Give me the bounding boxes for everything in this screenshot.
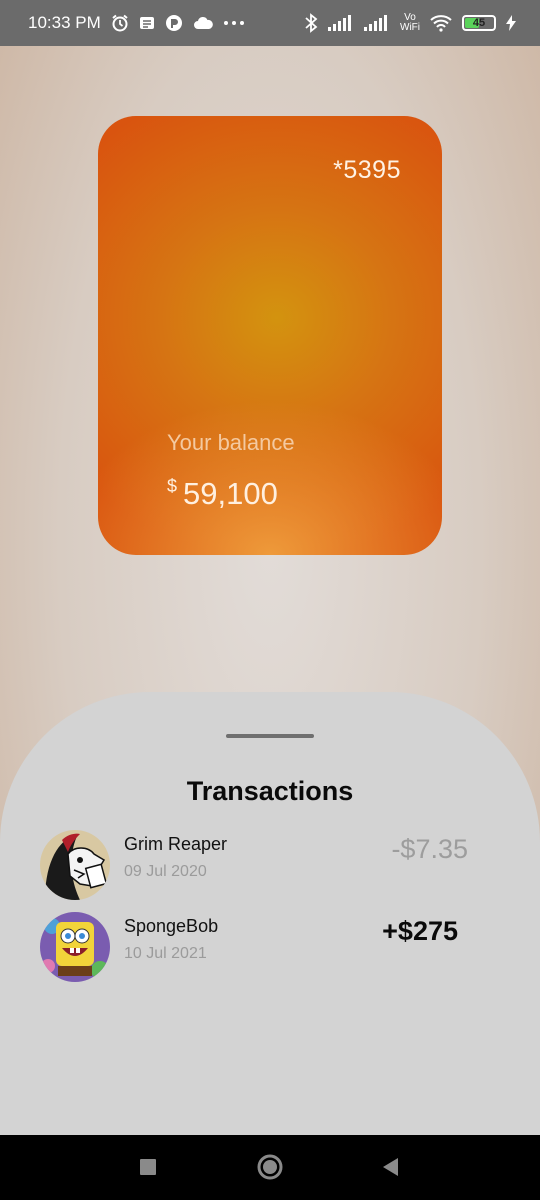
cloud-icon: [193, 16, 213, 30]
app-icon: [165, 14, 183, 32]
transaction-row[interactable]: SpongeBob 10 Jul 2021 +$275: [40, 912, 500, 982]
transaction-name: Grim Reaper: [124, 834, 228, 854]
balance-value: 59,100: [183, 476, 278, 511]
recents-square-icon[interactable]: [136, 1155, 160, 1179]
more-icon: [223, 20, 245, 26]
grim-reaper-avatar: [40, 830, 110, 900]
transaction-name: SpongeBob: [124, 916, 219, 936]
wifi-icon: [430, 14, 452, 32]
notification-icon: [139, 15, 155, 31]
back-triangle-icon[interactable]: [378, 1155, 402, 1179]
signal-icon: [328, 15, 354, 31]
currency-symbol: $: [167, 476, 178, 496]
spongebob-avatar: [40, 912, 110, 982]
vowifi-label: Vo WiFi: [400, 13, 420, 33]
transaction-amount: -$7.35: [391, 834, 468, 864]
transaction-row[interactable]: Grim Reaper 09 Jul 2020 -$7.35: [40, 830, 500, 900]
sheet-drag-handle[interactable]: [226, 734, 314, 738]
transaction-date: 10 Jul 2021: [124, 945, 207, 962]
battery-icon: 45: [462, 15, 496, 31]
balance-card[interactable]: *5395 Your balance $ 59,100: [98, 116, 442, 555]
transactions-title: Transactions: [186, 776, 354, 806]
battery-body: 45: [462, 15, 496, 31]
alarm-icon: [111, 14, 129, 32]
transactions-sheet[interactable]: Transactions Grim Reaper 09 Jul 2020 -$7…: [0, 692, 540, 1135]
transaction-date: 09 Jul 2020: [124, 863, 207, 880]
balance-amount: $ 59,100: [167, 476, 278, 512]
card-number: *5395: [333, 156, 401, 184]
balance-label: Your balance: [167, 430, 295, 455]
status-right: Vo WiFi 45: [304, 13, 516, 33]
bluetooth-icon: [304, 13, 318, 33]
battery-level: 45: [472, 17, 486, 29]
signal-icon-2: [364, 15, 390, 31]
transaction-amount: +$275: [382, 916, 458, 946]
status-left: 10:33 PM: [28, 13, 245, 33]
home-circle-icon[interactable]: [256, 1153, 284, 1181]
navigation-bar: [0, 1135, 540, 1200]
status-bar: 10:33 PM Vo WiFi 45: [0, 0, 540, 46]
status-time: 10:33 PM: [28, 13, 101, 32]
wifi-text: WiFi: [400, 22, 420, 33]
charging-icon: [506, 15, 516, 31]
